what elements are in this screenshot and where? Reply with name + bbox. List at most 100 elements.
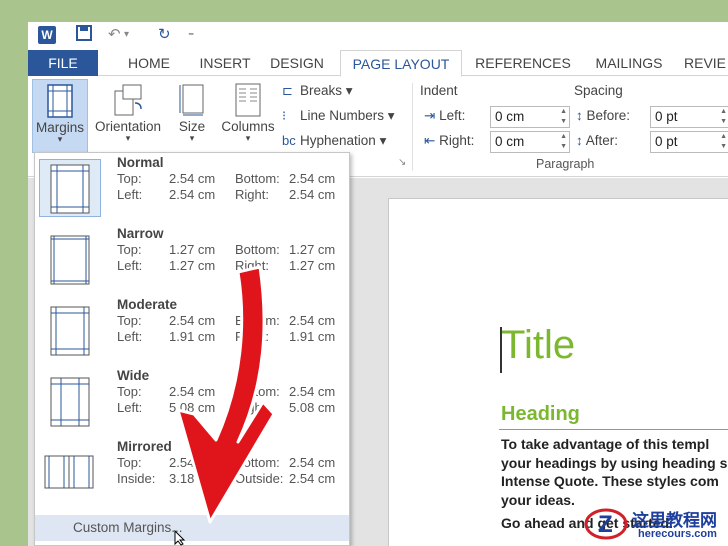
line-numbers-icon: ⁝ xyxy=(282,108,287,123)
margin-option-name: Narrow xyxy=(117,226,164,241)
spacing-label: Spacing xyxy=(574,83,623,98)
orientation-icon xyxy=(114,84,142,116)
margins-button[interactable]: Margins ▾ xyxy=(32,79,88,153)
spacing-after-icon: ↕ xyxy=(576,133,583,148)
orientation-button[interactable]: Orientation ▾ xyxy=(90,79,166,153)
margin-option-name: Normal xyxy=(117,155,164,170)
margin-option-row: Left: 1.27 cm Right: 1.27 cm xyxy=(117,258,336,273)
customize-qat-icon[interactable]: ₌ xyxy=(188,25,194,39)
mouse-pointer-icon xyxy=(174,530,186,546)
normal-margins-icon xyxy=(39,159,101,217)
hyphenation-label: Hyphenation xyxy=(300,133,376,148)
tab-page-layout[interactable]: PAGE LAYOUT xyxy=(340,50,462,77)
margins-label: Margins xyxy=(35,120,84,135)
margins-dropdown: Normal Top: 2.54 cm Bottom: 2.54 cm Left: 2.… xyxy=(34,152,350,546)
document-body[interactable]: To take advantage of this templ your hea… xyxy=(501,435,728,509)
margin-option-row: Left: 1.91 cm Right: 1.91 cm xyxy=(117,329,336,344)
body-line: your headings by using heading s xyxy=(501,454,728,471)
hyphenation-icon: bc xyxy=(282,133,296,148)
indent-left-label: ⇥ Left: xyxy=(424,108,465,124)
indent-right-input[interactable]: 0 cm ▲ ▼ xyxy=(490,131,570,153)
indent-left-value: 0 cm xyxy=(495,109,525,124)
orientation-caret-icon: ▾ xyxy=(125,133,131,143)
page-setup-launcher-icon[interactable]: ↘ xyxy=(398,157,406,168)
columns-button[interactable]: Columns ▾ xyxy=(218,79,278,153)
margin-option-name: Mirrored xyxy=(117,439,172,454)
custom-margins-item[interactable]: Custom Margins... xyxy=(35,515,349,541)
tab-insert[interactable]: INSERT xyxy=(188,50,262,76)
body-line: To take advantage of this templ xyxy=(501,436,710,452)
indent-left-icon: ⇥ xyxy=(424,108,436,123)
document-title[interactable]: Title xyxy=(501,323,575,368)
word-window: W ↶ ▾ ↻ ₌ FILE HOME INSERT DESIGN PAGE L… xyxy=(28,22,728,546)
breaks-icon: ⊏ xyxy=(282,83,293,98)
wide-margins-icon xyxy=(39,372,101,430)
spacing-after-input[interactable]: 0 pt ▲ ▼ xyxy=(650,131,728,153)
indent-right-icon: ⇤ xyxy=(424,133,436,148)
spacing-after-label: ↕ After: xyxy=(576,133,618,148)
margin-option-wide[interactable]: Wide Top: 2.54 cm Bottom: 2.54 cm Left: 5.08… xyxy=(35,368,349,439)
margin-option-row: Left: 5.08 cm Right: 5.08 cm xyxy=(117,400,336,415)
breaks-button[interactable]: ⊏ Breaks ▾ xyxy=(282,83,353,99)
quick-access-toolbar: W ↶ ▾ ↻ ₌ xyxy=(28,22,728,48)
columns-icon xyxy=(235,83,261,117)
hyphenation-button[interactable]: bc Hyphenation ▾ xyxy=(282,133,386,149)
margin-option-moderate[interactable]: Moderate Top: 2.54 cm Bottom: 2.54 cm Left:… xyxy=(35,297,349,368)
margin-option-row: Top: 2.54 cm Bottom: 2.54 cm xyxy=(117,384,336,399)
watermark-logo-icon: Z xyxy=(584,508,628,540)
line-numbers-label: Line Numbers xyxy=(300,108,385,123)
margin-option-row: Top: 1.27 cm Bottom: 1.27 cm xyxy=(117,242,336,257)
margins-caret-icon: ▾ xyxy=(57,134,63,144)
margin-option-mirrored[interactable]: Mirrored Top: 2.54 cm Bottom: 2.54 cm Insid… xyxy=(35,439,349,510)
tab-mailings[interactable]: MAILINGS xyxy=(588,50,670,76)
margin-option-name: Moderate xyxy=(117,297,178,312)
indent-left-input[interactable]: 0 cm ▲ ▼ xyxy=(490,106,570,128)
margins-icon xyxy=(47,84,73,118)
orientation-label: Orientation xyxy=(94,119,162,134)
margin-option-narrow[interactable]: Narrow Top: 1.27 cm Bottom: 1.27 cm Left: 1.… xyxy=(35,226,349,297)
size-icon xyxy=(179,84,204,116)
body-line: Intense Quote. These styles com xyxy=(501,473,719,489)
spin-arrows-icon[interactable]: ▲ ▼ xyxy=(560,107,567,127)
size-button[interactable]: Size ▾ xyxy=(170,79,214,153)
indent-right-value: 0 cm xyxy=(495,134,525,149)
document-page[interactable]: Title Heading To take advantage of this … xyxy=(388,198,728,546)
word-logo-icon: W xyxy=(38,26,56,44)
svg-text:Z: Z xyxy=(598,511,613,538)
undo-dropdown-icon[interactable]: ▾ xyxy=(124,29,129,40)
save-icon[interactable] xyxy=(76,25,92,45)
size-caret-icon: ▾ xyxy=(189,133,195,143)
mirrored-margins-icon xyxy=(39,443,101,501)
redo-icon[interactable]: ↻ xyxy=(158,25,171,43)
spacing-after-text: After: xyxy=(585,133,619,148)
line-numbers-button[interactable]: ⁝ Line Numbers ▾ xyxy=(282,108,395,124)
heading-rule xyxy=(499,429,728,430)
undo-icon[interactable]: ↶ xyxy=(108,25,121,43)
spin-arrows-icon[interactable]: ▲ ▼ xyxy=(720,132,727,152)
watermark: Z 这里教程网 herecours.com xyxy=(580,502,728,546)
tab-file[interactable]: FILE xyxy=(28,50,98,76)
margin-option-row: Top: 2.54 cm Bottom: 2.54 cm xyxy=(117,171,336,186)
columns-caret-icon: ▾ xyxy=(245,133,251,143)
margin-option-name: Wide xyxy=(117,368,150,383)
margin-option-row: Left: 2.54 cm Right: 2.54 cm xyxy=(117,187,336,202)
moderate-margins-icon xyxy=(39,301,101,359)
size-label: Size xyxy=(178,119,206,134)
tab-design[interactable]: DESIGN xyxy=(264,50,330,76)
document-heading[interactable]: Heading xyxy=(501,403,580,426)
spin-arrows-icon[interactable]: ▲ ▼ xyxy=(560,132,567,152)
ribbon-tabs: FILE HOME INSERT DESIGN PAGE LAYOUT REFE… xyxy=(28,50,728,77)
tab-review[interactable]: REVIE xyxy=(684,50,728,76)
indent-left-text: Left: xyxy=(439,108,466,123)
watermark-url: herecours.com xyxy=(638,528,717,540)
spin-arrows-icon[interactable]: ▲ ▼ xyxy=(720,107,727,127)
indent-right-text: Right: xyxy=(439,133,475,148)
paragraph-group-label: Paragraph xyxy=(536,157,595,171)
margin-option-row: Top: 2.54 cm Bottom: 2.54 cm xyxy=(117,455,336,470)
tab-home[interactable]: HOME xyxy=(112,50,186,76)
margin-option-normal[interactable]: Normal Top: 2.54 cm Bottom: 2.54 cm Left: 2.… xyxy=(35,155,349,226)
spacing-before-input[interactable]: 0 pt ▲ ▼ xyxy=(650,106,728,128)
columns-label: Columns xyxy=(221,119,275,134)
margin-option-row: Top: 2.54 cm Bottom: 2.54 cm xyxy=(117,313,336,328)
tab-references[interactable]: REFERENCES xyxy=(472,50,574,76)
